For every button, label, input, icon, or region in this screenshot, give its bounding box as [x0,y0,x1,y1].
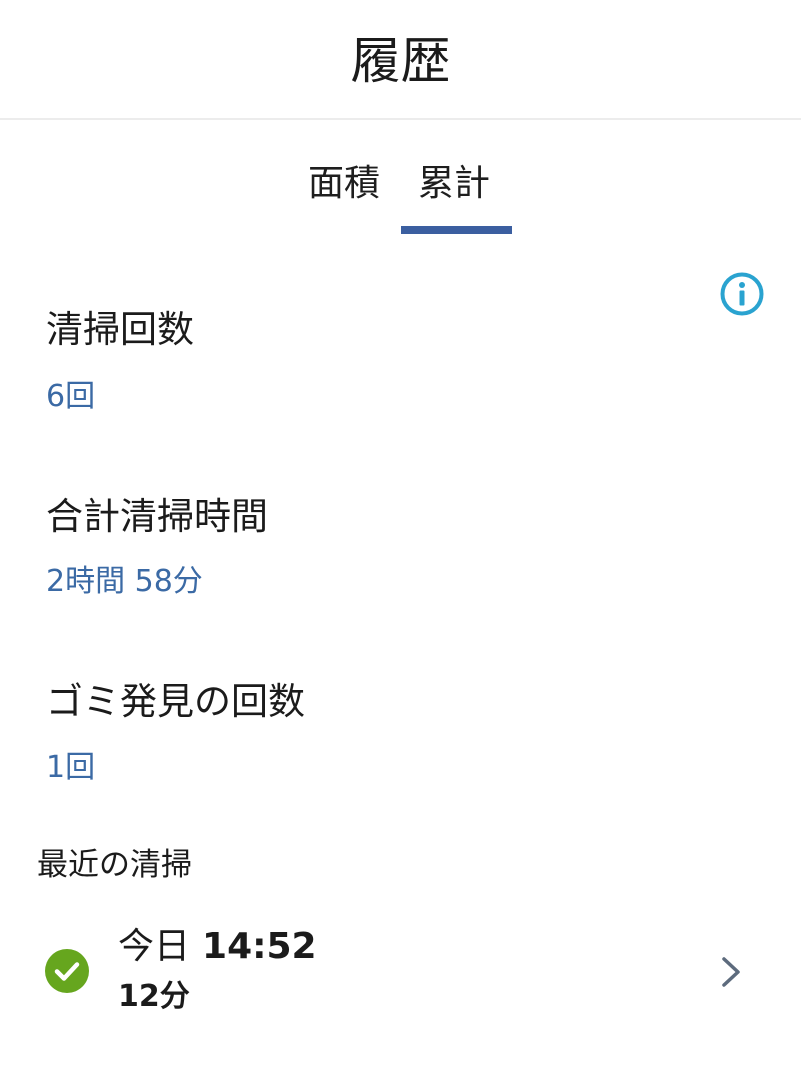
tab-area[interactable]: 面積 [308,162,380,206]
stat-value-total-time: 2時間 58分 [46,564,203,599]
cleaning-time: 14:52 [202,926,317,967]
recent-cleaning-item[interactable]: 今日 14:52 12分 [0,910,801,1030]
cleaning-day: 今日 [118,926,191,967]
stat-value-clean-count: 6回 [46,379,96,414]
info-icon[interactable] [719,271,765,317]
selected-tab-indicator [401,226,512,234]
app-header: 履歴 [0,0,801,120]
recent-cleanings-heading: 最近の清掃 [37,847,192,883]
stat-label-dirt-found: ゴミ発見の回数 [46,680,305,723]
check-circle-icon [45,949,89,993]
tab-total[interactable]: 累計 [418,162,490,206]
stat-value-dirt-found: 1回 [46,750,96,785]
stat-label-total-time: 合計清掃時間 [46,495,268,538]
stat-label-clean-count: 清掃回数 [46,308,194,351]
tab-bar: 面積 累計 [0,150,801,240]
chevron-right-icon [722,957,740,987]
cleaning-datetime: 今日 14:52 [118,924,317,970]
cleaning-duration: 12分 [118,979,190,1014]
page-title: 履歴 [350,32,451,90]
